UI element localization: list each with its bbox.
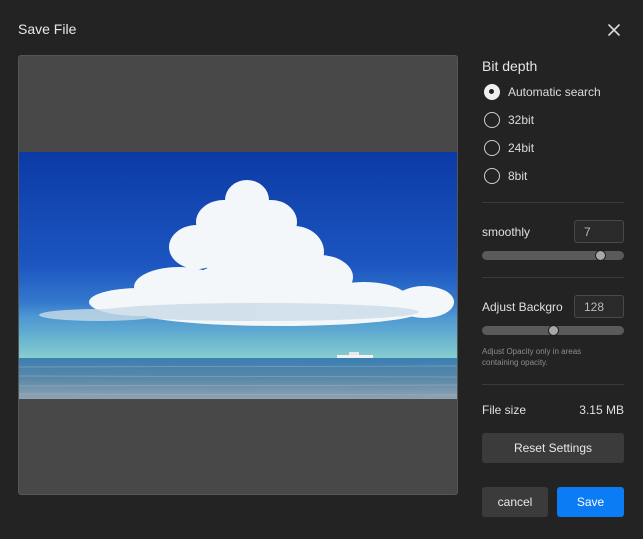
save-button[interactable]: Save: [557, 487, 624, 517]
reset-settings-button[interactable]: Reset Settings: [482, 433, 624, 463]
divider: [482, 202, 624, 203]
radio-24bit[interactable]: 24bit: [484, 140, 534, 156]
smoothly-input[interactable]: [574, 220, 624, 243]
radio-8bit[interactable]: 8bit: [484, 168, 527, 184]
adjust-background-input[interactable]: [574, 295, 624, 318]
adjust-background-label: Adjust Backgro: [482, 300, 563, 314]
radio-label: 8bit: [508, 169, 528, 183]
radio-unchecked-icon: [484, 112, 500, 128]
divider: [482, 384, 624, 385]
dialog-title: Save File: [18, 21, 77, 37]
smoothly-slider[interactable]: [482, 249, 624, 261]
preview-photo: [19, 152, 457, 399]
smoothly-label: smoothly: [482, 225, 531, 239]
file-size-value: 3.15 MB: [579, 403, 624, 417]
smoothly-slider-thumb[interactable]: [594, 249, 606, 261]
file-size-label: File size: [482, 403, 527, 417]
radio-checked-icon: [484, 84, 500, 100]
radio-label: 32bit: [508, 113, 535, 127]
radio-label: Automatic search: [508, 85, 601, 99]
opacity-hint: Adjust Opacity only in areas containing …: [482, 347, 582, 367]
cancel-button[interactable]: cancel: [482, 487, 548, 517]
divider: [482, 277, 624, 278]
radio-32bit[interactable]: 32bit: [484, 112, 534, 128]
adjust-background-slider[interactable]: [482, 324, 624, 336]
radio-unchecked-icon: [484, 140, 500, 156]
adjust-background-slider-thumb[interactable]: [547, 324, 559, 336]
radio-automatic-search[interactable]: Automatic search: [484, 84, 601, 100]
close-icon: [608, 24, 620, 36]
bit-depth-title: Bit depth: [482, 58, 538, 74]
save-file-dialog: Save File Bit depth Automatic search 32b…: [0, 0, 643, 539]
radio-unchecked-icon: [484, 168, 500, 184]
image-preview: [18, 55, 458, 495]
radio-label: 24bit: [508, 141, 535, 155]
close-button[interactable]: [603, 19, 625, 41]
